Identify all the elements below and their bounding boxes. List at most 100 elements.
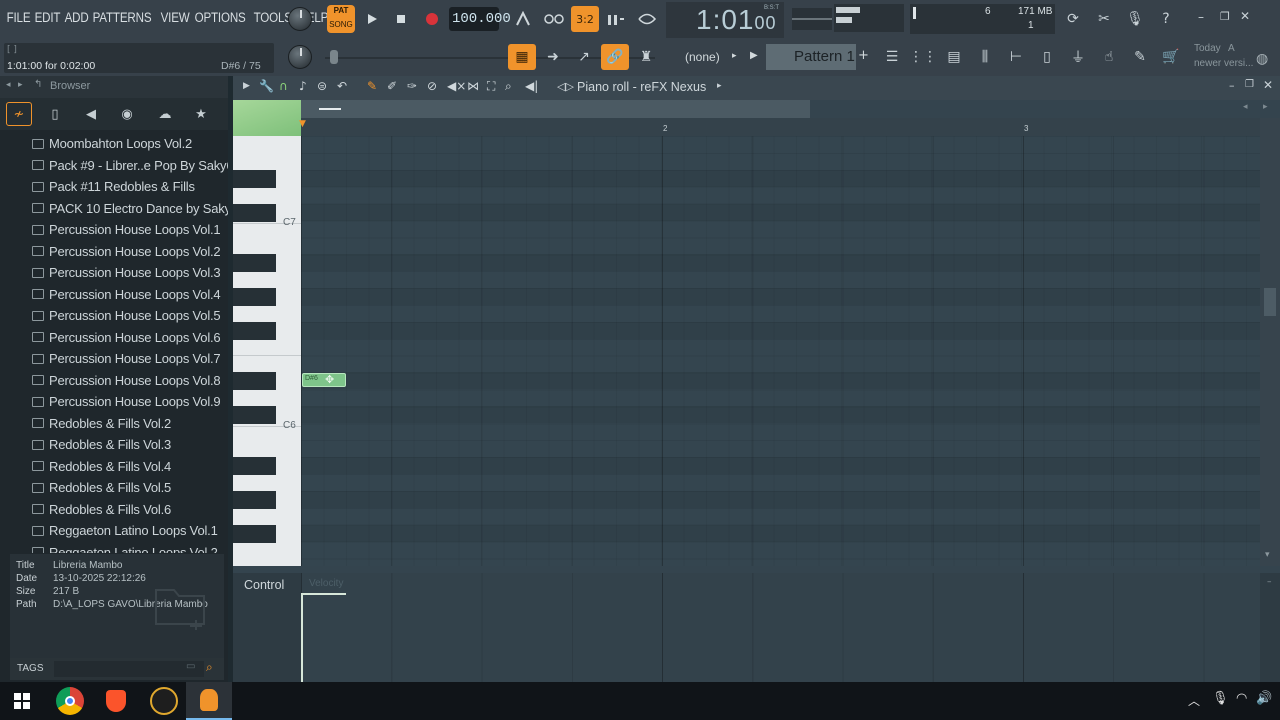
list-item[interactable]: Percussion House Loops Vol.8 (32, 370, 221, 391)
fl-studio-taskbar-button[interactable] (186, 682, 232, 720)
list-item[interactable]: Percussion House Loops Vol.9 (32, 391, 221, 412)
scroll-down-icon[interactable]: ▾ (1265, 550, 1270, 560)
channel-selector[interactable]: (none) ▸ (668, 44, 740, 70)
tools-button[interactable]: ✎ (1126, 44, 1154, 70)
shop-button[interactable]: 🛒 (1157, 44, 1185, 70)
brave-icon[interactable] (106, 690, 126, 712)
list-item[interactable]: Percussion House Loops Vol.7 (32, 348, 221, 369)
minimize-window-button[interactable]: – (1229, 79, 1235, 92)
timeline-ruler[interactable] (301, 118, 1260, 136)
pattern-selector[interactable]: Pattern 1 (766, 44, 856, 70)
folder-icon[interactable]: ▭ (186, 661, 195, 672)
search-icon[interactable]: ⌕ (206, 660, 213, 675)
list-item[interactable]: Percussion House Loops Vol.3 (32, 262, 221, 283)
wait-input-button[interactable] (540, 6, 568, 32)
list-item[interactable]: Redobles & Fills Vol.4 (32, 456, 171, 477)
add-pattern-button[interactable]: + (858, 44, 872, 70)
velocity-grid[interactable]: Velocity (301, 573, 1260, 682)
velocity-bar[interactable] (302, 593, 346, 595)
scroll-right-icon[interactable]: ▸ (1263, 102, 1268, 112)
black-key[interactable] (233, 254, 276, 272)
arrow-right-icon[interactable]: ▸ (18, 80, 23, 90)
speaker-tray-icon[interactable]: 🔊 (1256, 691, 1272, 706)
stamp-button[interactable]: ♜ (632, 44, 660, 70)
minimize-button[interactable]: – (1198, 10, 1204, 24)
black-key[interactable] (233, 491, 276, 509)
step-edit-button[interactable] (602, 6, 630, 32)
black-key[interactable] (233, 406, 276, 424)
menu-options[interactable]: OPTIONS (192, 6, 248, 32)
pattern-prev-button[interactable]: ▶ (750, 46, 764, 68)
metronome-button[interactable] (509, 6, 537, 32)
stop-button[interactable] (387, 6, 415, 32)
list-item[interactable]: Redobles & Fills Vol.3 (32, 434, 171, 455)
menu-file[interactable]: FILE (4, 6, 33, 32)
arrow-left-icon[interactable]: ◂ (6, 80, 11, 90)
chevron-right-icon[interactable]: ▸ (717, 81, 722, 91)
menu-add[interactable]: ADD (62, 6, 91, 32)
scroll-left-icon[interactable]: ◂ (1243, 102, 1248, 112)
help-button[interactable]: ? (1152, 6, 1180, 32)
black-key[interactable] (233, 457, 276, 475)
project-button[interactable]: ▯ (1033, 44, 1061, 70)
countdown-button[interactable]: 3:2 (571, 6, 599, 32)
list-item[interactable]: Redobles & Fills Vol.2 (32, 413, 171, 434)
pat-song-toggle[interactable]: PAT SONG (327, 5, 355, 33)
news-panel[interactable]: Today A newer versi... ◍ (1190, 40, 1278, 74)
menu-view[interactable]: VIEW (158, 6, 192, 32)
plugin-button[interactable]: ⏚ (1064, 44, 1092, 70)
cut-button[interactable]: ✂ (1090, 6, 1118, 32)
tab-favorites[interactable]: ★ (188, 102, 214, 126)
wifi-icon[interactable]: ◠ (1236, 691, 1247, 706)
list-item[interactable]: Percussion House Loops Vol.4 (32, 284, 221, 305)
undo-history-button[interactable]: ⟳ (1059, 6, 1087, 32)
delete-icon[interactable]: ⊘ (427, 79, 437, 93)
select-icon[interactable]: ⛶ (487, 79, 495, 94)
maximize-window-button[interactable]: ❐ (1245, 79, 1254, 90)
mute-icon[interactable]: ◀× (447, 79, 466, 93)
list-item[interactable]: Percussion House Loops Vol.2 (32, 241, 221, 262)
list-item[interactable]: Moombahton Loops Vol.2 (32, 133, 192, 154)
audio-preview-icon[interactable]: ◁▷ (557, 80, 574, 93)
back-icon[interactable]: ↰ (34, 79, 42, 90)
list-item[interactable]: Percussion House Loops Vol.6 (32, 327, 221, 348)
list-item[interactable]: Percussion House Loops Vol.1 (32, 219, 221, 240)
obs-icon[interactable] (150, 687, 178, 715)
channel-rack-button[interactable]: ⋮⋮ (909, 44, 937, 70)
black-key[interactable] (233, 372, 276, 390)
menu-patterns[interactable]: PATTERNS (90, 6, 154, 32)
stamp-icon[interactable]: ⊜ (317, 79, 327, 93)
piano-keyboard[interactable]: C7 C6 (233, 136, 301, 566)
list-item[interactable]: Pack #9 - Librer..e Pop By Saky69 (32, 155, 228, 176)
list-item[interactable]: Pack #11 Redobles & Fills (32, 176, 195, 197)
tab-plugins[interactable]: ◉ (114, 102, 140, 126)
undo-icon[interactable]: ↶ (337, 79, 347, 93)
tempo-display[interactable]: 100.000 (449, 7, 511, 31)
piano-roll-view-button[interactable]: ▦ (508, 44, 536, 70)
paint-icon[interactable]: ✐ (387, 79, 397, 93)
close-button[interactable]: ✕ (1240, 9, 1250, 23)
close-window-button[interactable]: ✕ (1263, 78, 1273, 92)
note-grid[interactable] (301, 136, 1260, 566)
midi-note[interactable]: D#6 ✥ (302, 373, 346, 387)
snap-button[interactable]: ↗ (570, 44, 598, 70)
zoom-icon[interactable]: ⌕ (505, 79, 512, 94)
record-audio-button[interactable]: 🎙 (1121, 6, 1149, 32)
collapse-icon[interactable]: – (1267, 577, 1272, 587)
piano-roll-button[interactable]: ▤ (940, 44, 968, 70)
loop-record-button[interactable] (633, 6, 661, 32)
list-item[interactable]: PACK 10 Electro Dance by Saky69 (32, 198, 228, 219)
paint-drum-icon[interactable]: ✑ (407, 79, 417, 93)
tab-sounds[interactable]: ◀ (78, 102, 104, 126)
black-key[interactable] (233, 204, 276, 222)
play-button[interactable] (358, 6, 386, 32)
microphone-tray-icon[interactable]: 🎙 (1212, 691, 1229, 706)
tab-cloud[interactable]: ☁ (152, 102, 178, 126)
browser-button[interactable]: ⊢ (1002, 44, 1030, 70)
black-key[interactable] (233, 288, 276, 306)
menu-arrow-icon[interactable]: ▶ (243, 81, 250, 91)
list-item[interactable]: Reggaeton Latino Loops Vol.1 (32, 520, 218, 541)
playlist-button[interactable]: ☰ (878, 44, 906, 70)
touch-controller-button[interactable]: ☝ (1095, 44, 1123, 70)
horizontal-scrollbar[interactable] (301, 100, 810, 118)
